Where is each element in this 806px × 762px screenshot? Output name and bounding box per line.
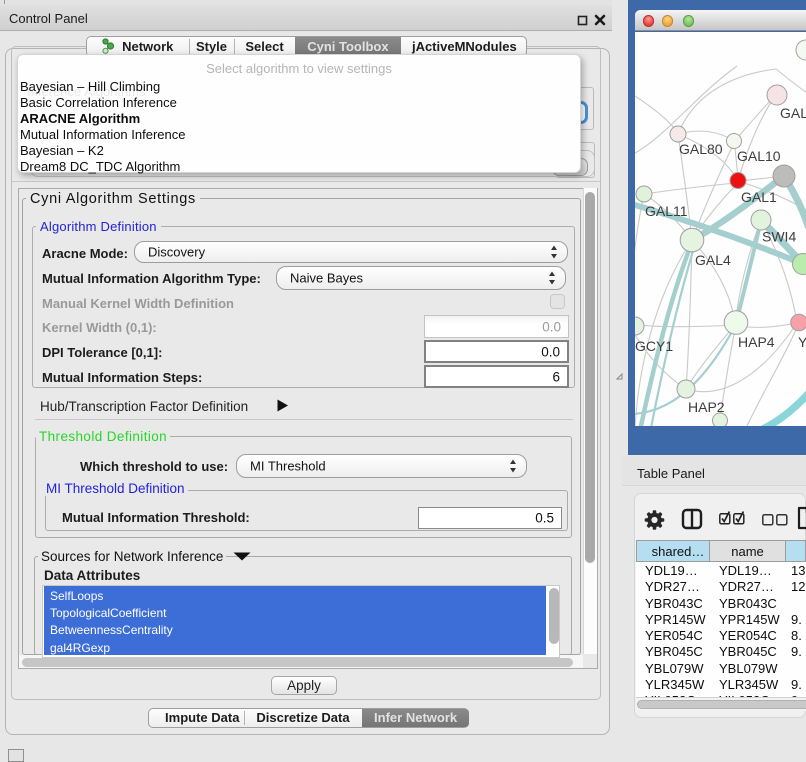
svg-text:GAL2: GAL2 — [780, 105, 806, 121]
svg-text:HAP2: HAP2 — [688, 399, 725, 415]
svg-text:GAL80: GAL80 — [679, 141, 723, 157]
svg-text:GAL1: GAL1 — [741, 189, 777, 205]
svg-text:HAP4: HAP4 — [738, 334, 775, 350]
svg-text:GCY1: GCY1 — [635, 338, 673, 354]
svg-text:GAL10: GAL10 — [737, 148, 781, 164]
svg-text:GAL11: GAL11 — [645, 203, 688, 219]
svg-text:Y: Y — [798, 334, 806, 350]
svg-text:SWI4: SWI4 — [762, 229, 796, 245]
svg-text:GAL4: GAL4 — [695, 252, 731, 268]
